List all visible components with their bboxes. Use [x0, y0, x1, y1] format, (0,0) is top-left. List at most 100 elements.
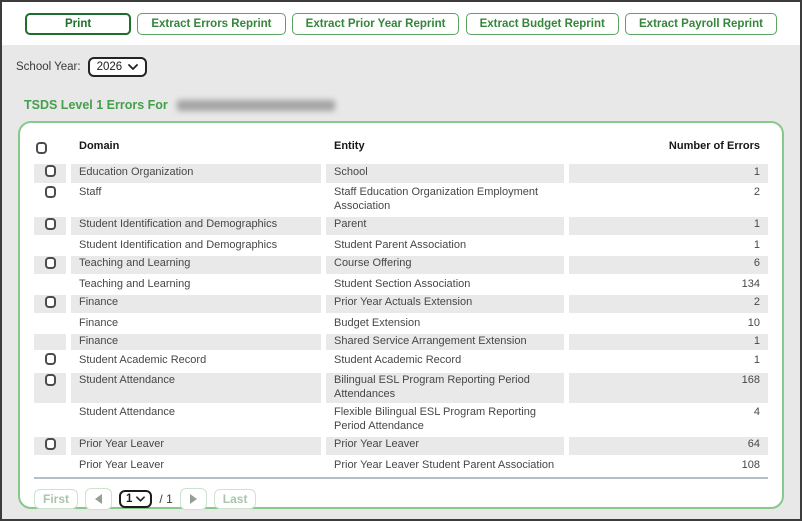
number-of-errors-cell: 4 [753, 406, 760, 418]
current-page-value: 1 [126, 492, 133, 505]
table-row: Student Identification and Demographics P… [34, 216, 768, 235]
last-page-button[interactable]: Last [213, 488, 257, 509]
row-select-cell [34, 372, 66, 403]
school-year-label: School Year: [16, 61, 81, 73]
domain-cell: Student Identification and Demographics [79, 238, 278, 251]
domain-cell: Finance [71, 294, 321, 313]
select-all-cell [34, 137, 66, 162]
school-year-select[interactable]: 2026 [87, 57, 148, 77]
errors-panel: Domain Entity Number of Errors Education… [18, 121, 784, 510]
chevron-down-icon [128, 64, 139, 70]
row-select-cell [34, 164, 66, 183]
chevron-down-icon [136, 495, 146, 502]
table-row: Prior Year Leaver Prior Year Leaver Stude… [34, 457, 768, 474]
table-row: Teaching and Learning Course Offering 6 [34, 255, 768, 274]
domain-cell: Student Identification and Demographics [71, 216, 321, 235]
errors-table: Domain Entity Number of Errors Education… [29, 135, 773, 476]
select-all-checkbox[interactable] [36, 142, 47, 154]
table-row: Staff Staff Education Organization Employ… [34, 185, 768, 215]
number-of-errors-cell: 168 [569, 372, 768, 403]
row-select-cell [34, 276, 66, 293]
entity-cell: Prior Year Leaver [326, 436, 564, 455]
number-of-errors-cell: 108 [741, 458, 760, 471]
entity-column-header: Entity [334, 140, 365, 152]
row-checkbox[interactable] [44, 165, 56, 177]
entity-cell: Student Parent Association [334, 238, 467, 251]
entity-cell: Course Offering [326, 255, 564, 274]
entity-cell: Budget Extension [334, 316, 421, 329]
domain-cell: Teaching and Learning [71, 255, 321, 274]
entity-cell: School [326, 164, 564, 183]
table-row: Prior Year Leaver Prior Year Leaver 64 [34, 436, 768, 455]
row-select-cell [34, 436, 66, 455]
number-of-errors-cell: 134 [741, 277, 760, 290]
domain-cell: Student Attendance [79, 406, 176, 418]
pagination: First 1 / 1 Last [34, 487, 773, 510]
page-number-select[interactable]: 1 [119, 489, 153, 508]
number-of-errors-cell: 6 [569, 255, 768, 274]
row-select-cell [34, 237, 66, 254]
print-button[interactable]: Print [25, 12, 132, 35]
next-page-button[interactable] [179, 487, 207, 510]
entity-cell: Student Academic Record [334, 353, 462, 366]
page-title-text: TSDS Level 1 Errors For [24, 98, 168, 112]
entity-cell: Prior Year Leaver Student Parent Associa… [334, 458, 555, 471]
app-window: Print Extract Errors Reprint Extract Pri… [0, 0, 802, 521]
first-page-button[interactable]: First [34, 488, 79, 509]
row-checkbox[interactable] [44, 185, 56, 198]
row-select-cell [34, 405, 66, 435]
domain-cell: Staff [79, 186, 102, 198]
extract-prior-year-reprint-button[interactable]: Extract Prior Year Reprint [291, 12, 460, 35]
row-select-cell [34, 185, 66, 215]
table-row: Student Attendance Flexible Bilingual ESL… [34, 405, 768, 435]
number-of-errors-column-header: Number of Errors [668, 140, 760, 152]
previous-page-button[interactable] [85, 487, 113, 510]
row-checkbox[interactable] [44, 437, 56, 450]
number-of-errors-cell: 1 [569, 216, 768, 235]
row-select-cell [34, 457, 66, 474]
domain-cell: Finance [71, 333, 321, 350]
domain-cell: Student Attendance [71, 372, 321, 403]
row-checkbox[interactable] [44, 217, 56, 230]
table-row: Finance Budget Extension 10 [34, 315, 768, 332]
number-of-errors-cell: 2 [753, 186, 760, 198]
table-bottom-divider [34, 476, 768, 479]
domain-cell: Teaching and Learning [79, 277, 191, 290]
entity-cell: Bilingual ESL Program Reporting Period A… [326, 372, 564, 403]
entity-cell: Flexible Bilingual ESL Program Reporting… [334, 406, 536, 432]
domain-cell: Education Organization [71, 164, 321, 183]
domain-cell: Student Academic Record [79, 353, 207, 366]
entity-cell: Shared Service Arrangement Extension [326, 333, 564, 350]
entity-cell: Parent [326, 216, 564, 235]
row-select-cell [34, 315, 66, 332]
row-checkbox[interactable] [44, 256, 56, 269]
domain-column-header: Domain [79, 140, 120, 152]
number-of-errors-cell: 1 [569, 333, 768, 350]
triangle-right-icon [189, 493, 197, 504]
row-checkbox[interactable] [44, 373, 56, 386]
number-of-errors-cell: 1 [569, 164, 768, 183]
row-select-cell [34, 294, 66, 313]
total-pages-label: / 1 [159, 491, 173, 506]
table-row: Student Attendance Bilingual ESL Program … [34, 372, 768, 403]
extract-payroll-reprint-button[interactable]: Extract Payroll Reprint [625, 12, 777, 35]
entity-cell: Staff Education Organization Employment … [334, 186, 539, 212]
table-row: Teaching and Learning Student Section Ass… [34, 276, 768, 293]
row-select-cell [34, 352, 66, 371]
number-of-errors-cell: 10 [747, 316, 760, 329]
triangle-left-icon [95, 493, 103, 504]
row-select-cell [34, 255, 66, 274]
row-checkbox[interactable] [44, 353, 56, 365]
extract-errors-reprint-button[interactable]: Extract Errors Reprint [137, 12, 286, 35]
table-row: Finance Prior Year Actuals Extension 2 [34, 294, 768, 313]
domain-cell: Prior Year Leaver [71, 436, 321, 455]
extract-budget-reprint-button[interactable]: Extract Budget Reprint [465, 12, 619, 35]
table-row: Finance Shared Service Arrangement Extens… [34, 333, 768, 350]
domain-cell: Prior Year Leaver [79, 458, 164, 471]
row-checkbox[interactable] [44, 295, 56, 308]
redacted-text [176, 99, 335, 111]
table-header-row: Domain Entity Number of Errors [34, 137, 768, 162]
table-row: Education Organization School 1 [34, 164, 768, 183]
number-of-errors-cell: 1 [753, 353, 760, 366]
entity-cell: Prior Year Actuals Extension [326, 294, 564, 313]
